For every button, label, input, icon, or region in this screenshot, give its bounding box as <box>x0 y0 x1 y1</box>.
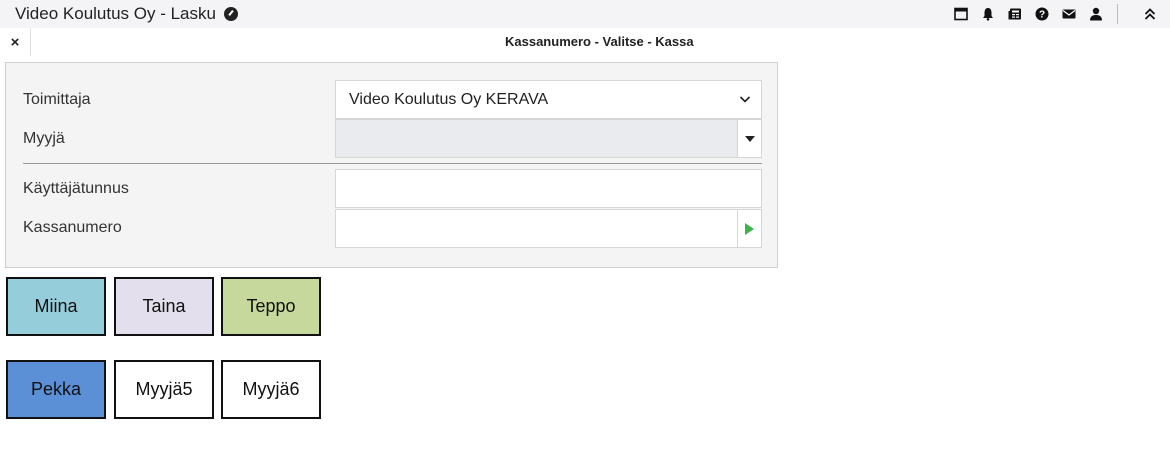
chevron-down-icon <box>739 96 751 103</box>
dashboard-icon[interactable] <box>223 7 238 21</box>
register-input[interactable] <box>335 209 762 248</box>
toolbar-divider <box>1117 4 1118 24</box>
username-label: Käyttäjätunnus <box>23 180 129 197</box>
mail-icon[interactable] <box>1055 0 1082 28</box>
seller-tile-teppo[interactable]: Teppo <box>221 277 321 336</box>
seller-tile-taina[interactable]: Taina <box>114 277 214 336</box>
bell-icon[interactable] <box>974 0 1001 28</box>
seller-select[interactable] <box>335 119 762 158</box>
seller-label: Myyjä <box>23 130 65 147</box>
play-icon[interactable] <box>737 210 761 247</box>
close-button[interactable]: × <box>0 28 31 56</box>
supplier-select[interactable]: Video Koulutus Oy KERAVA <box>335 80 762 119</box>
username-input[interactable] <box>335 169 762 208</box>
form-divider <box>23 163 762 164</box>
top-bar: Video Koulutus Oy - Lasku ? <box>0 0 1170 28</box>
supplier-label: Toimittaja <box>23 91 91 108</box>
top-icon-bar: ? <box>947 0 1170 28</box>
news-icon[interactable] <box>1001 0 1028 28</box>
register-label: Kassanumero <box>23 219 122 236</box>
breadcrumb: Kassanumero - Valitse - Kassa <box>505 34 694 49</box>
seller-tile-myyja5[interactable]: Myyjä5 <box>114 360 214 419</box>
user-icon[interactable] <box>1082 0 1109 28</box>
sub-bar: × Kassanumero - Valitse - Kassa <box>0 28 1170 56</box>
seller-tile-pekka[interactable]: Pekka <box>6 360 106 419</box>
collapse-up-icon[interactable] <box>1130 0 1170 28</box>
register-form-panel: Toimittaja Video Koulutus Oy KERAVA Myyj… <box>5 62 778 268</box>
supplier-value: Video Koulutus Oy KERAVA <box>349 91 549 108</box>
app-title: Video Koulutus Oy - Lasku <box>15 4 216 23</box>
help-icon[interactable]: ? <box>1028 0 1055 28</box>
svg-text:?: ? <box>1038 10 1044 21</box>
caret-down-icon[interactable] <box>737 120 761 157</box>
window-icon[interactable] <box>947 0 974 28</box>
seller-tile-myyja6[interactable]: Myyjä6 <box>221 360 321 419</box>
app-title-group: Video Koulutus Oy - Lasku <box>15 4 238 24</box>
seller-tile-miina[interactable]: Miina <box>6 277 106 336</box>
